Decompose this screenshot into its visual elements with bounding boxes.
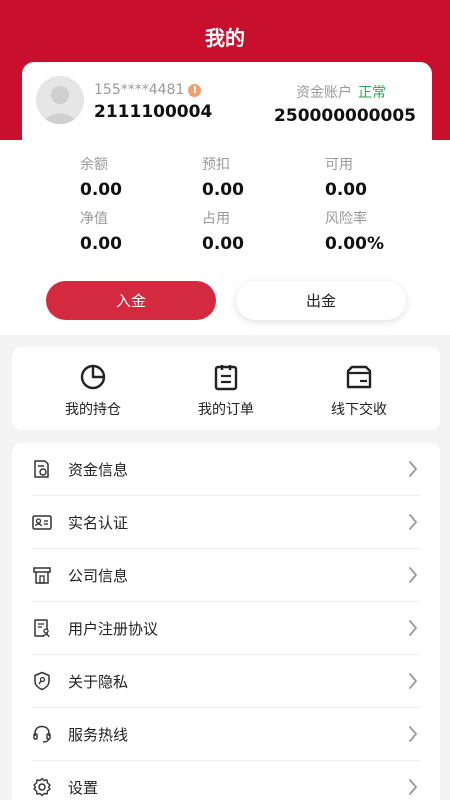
- fund-account-number: 250000000005: [274, 106, 416, 126]
- stat-value: 0.00: [202, 180, 244, 200]
- stat-label: 余额: [80, 157, 108, 173]
- stat-label: 净值: [80, 211, 108, 227]
- delivery-box-icon: [346, 365, 372, 389]
- stat-net-value: 净值 0.00: [80, 208, 200, 254]
- stat-value: 0.00%: [325, 234, 384, 254]
- quick-item-positions[interactable]: 我的持仓: [22, 347, 164, 430]
- quick-actions: 我的持仓 我的订单 线下交收: [12, 347, 440, 430]
- menu-item-user-agreement[interactable]: 用户注册协议: [12, 602, 440, 655]
- menu-item-privacy[interactable]: 关于隐私: [12, 655, 440, 708]
- chevron-right-icon: [409, 567, 418, 583]
- avatar[interactable]: [36, 76, 84, 124]
- quick-item-offline-delivery[interactable]: 线下交收: [288, 347, 430, 430]
- stat-balance: 余额 0.00: [80, 154, 200, 200]
- chevron-right-icon: [409, 620, 418, 636]
- fund-account-row: 资金账户 正常: [296, 82, 386, 102]
- chevron-right-icon: [409, 461, 418, 477]
- alert-icon[interactable]: !: [188, 83, 202, 97]
- privacy-shield-icon: [34, 671, 50, 691]
- stat-occupied: 占用 0.00: [202, 208, 322, 254]
- stat-value: 0.00: [80, 180, 122, 200]
- stat-risk-rate: 风险率 0.00%: [325, 208, 445, 254]
- stat-available: 可用 0.00: [325, 154, 445, 200]
- menu-label: 实名认证: [68, 514, 129, 532]
- menu-list: 资金信息 实名认证 公司信息 用户注册协议 关于隐私 服务热线 设置: [12, 443, 440, 800]
- fund-document-icon: [34, 460, 49, 478]
- menu-item-company-info[interactable]: 公司信息: [12, 549, 440, 602]
- stat-value: 0.00: [325, 180, 367, 200]
- id-card-icon: [32, 515, 52, 530]
- menu-label: 资金信息: [68, 461, 129, 479]
- pie-chart-icon: [80, 364, 106, 390]
- stat-label: 可用: [325, 157, 353, 173]
- menu-label: 关于隐私: [68, 673, 129, 691]
- menu-item-settings[interactable]: 设置: [12, 761, 440, 800]
- clipboard-icon: [214, 365, 238, 391]
- fund-account-label: 资金账户: [296, 85, 352, 101]
- menu-item-fund-info[interactable]: 资金信息: [12, 443, 440, 496]
- chevron-right-icon: [409, 726, 418, 742]
- quick-label: 我的订单: [198, 402, 254, 418]
- withdraw-button[interactable]: 出金: [236, 281, 406, 320]
- menu-label: 设置: [68, 779, 99, 797]
- stat-label: 预扣: [202, 157, 230, 173]
- quick-item-orders[interactable]: 我的订单: [155, 347, 297, 430]
- stat-label: 占用: [202, 211, 230, 227]
- menu-item-service-hotline[interactable]: 服务热线: [12, 708, 440, 761]
- user-id: 2111100004: [94, 102, 213, 122]
- menu-item-real-name[interactable]: 实名认证: [12, 496, 440, 549]
- page-title: 我的: [205, 26, 245, 50]
- chevron-right-icon: [409, 514, 418, 530]
- phone-row: 155****4481 !: [94, 82, 202, 98]
- chevron-right-icon: [409, 673, 418, 689]
- quick-label: 我的持仓: [65, 402, 121, 418]
- deposit-button[interactable]: 入金: [46, 281, 216, 320]
- stat-withheld: 预扣 0.00: [202, 154, 322, 200]
- menu-label: 服务热线: [68, 726, 129, 744]
- stat-value: 0.00: [80, 234, 122, 254]
- quick-label: 线下交收: [331, 402, 387, 418]
- gear-icon: [33, 777, 51, 797]
- company-icon: [33, 567, 51, 584]
- menu-label: 公司信息: [68, 567, 129, 585]
- menu-label: 用户注册协议: [68, 620, 159, 638]
- account-card: 155****4481 ! 2111100004 资金账户 正常 25000000…: [22, 62, 432, 140]
- headset-icon: [33, 725, 51, 743]
- phone-masked: 155****4481: [94, 82, 185, 98]
- avatar-placeholder-icon: [36, 76, 84, 124]
- chevron-right-icon: [409, 779, 418, 795]
- stat-label: 风险率: [325, 211, 367, 227]
- stat-value: 0.00: [202, 234, 244, 254]
- agreement-icon: [34, 619, 50, 638]
- fund-account-status: 正常: [358, 85, 386, 101]
